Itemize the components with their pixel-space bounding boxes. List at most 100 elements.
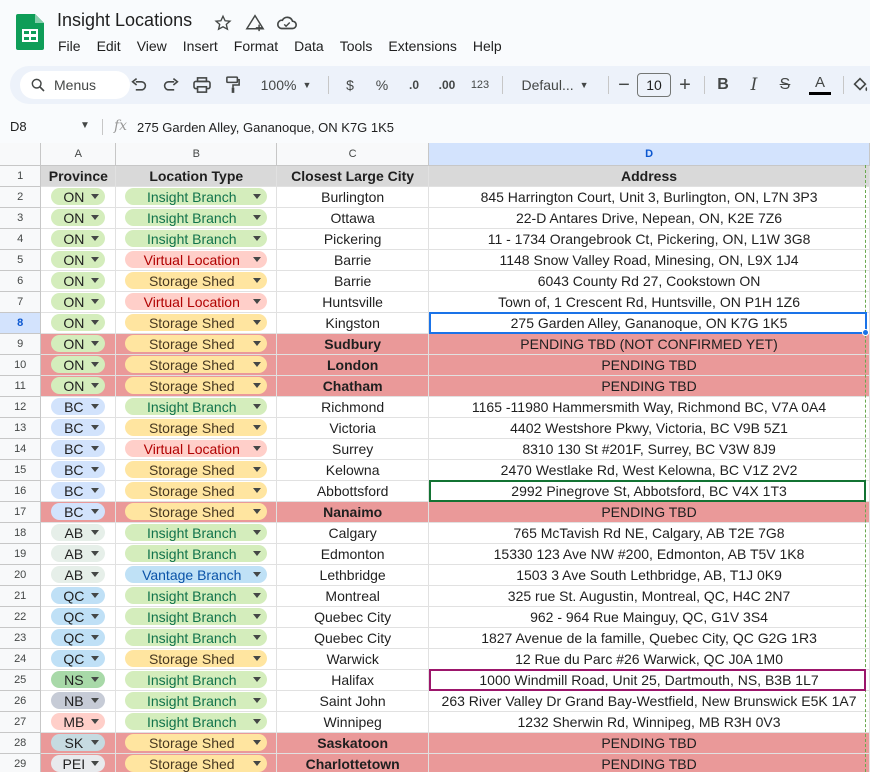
location-type-chip[interactable]: Insight Branch <box>125 671 268 689</box>
text-color-button[interactable]: A <box>807 66 833 104</box>
location-type-cell[interactable]: Insight Branch <box>115 207 278 229</box>
paint-format-icon[interactable] <box>222 66 244 104</box>
chevron-down-icon[interactable] <box>91 425 100 431</box>
row-header[interactable]: 17 <box>0 501 42 523</box>
chevron-down-icon[interactable] <box>253 572 262 578</box>
menu-view[interactable]: View <box>129 37 175 55</box>
location-type-chip[interactable]: Insight Branch <box>125 398 268 416</box>
row-header[interactable]: 8 <box>0 312 42 334</box>
province-cell[interactable]: AB <box>40 543 117 565</box>
location-type-chip[interactable]: Storage Shed <box>125 755 268 772</box>
city-cell[interactable]: Edmonton <box>276 543 430 565</box>
city-cell[interactable]: Pickering <box>276 228 430 250</box>
chevron-down-icon[interactable] <box>253 761 262 767</box>
province-chip[interactable]: ON <box>51 272 106 290</box>
location-type-cell[interactable]: Insight Branch <box>115 585 278 607</box>
row-header[interactable]: 14 <box>0 438 42 460</box>
chevron-down-icon[interactable] <box>91 698 100 704</box>
province-chip[interactable]: PEI <box>51 755 106 772</box>
chevron-down-icon[interactable] <box>253 614 262 620</box>
chevron-down-icon[interactable] <box>253 740 262 746</box>
address-cell[interactable]: 1232 Sherwin Rd, Winnipeg, MB R3H 0V3 <box>428 711 870 733</box>
province-chip[interactable]: QC <box>51 650 106 668</box>
chevron-down-icon[interactable] <box>253 320 262 326</box>
address-cell[interactable]: 22-D Antares Drive, Nepean, ON, K2E 7Z6 <box>428 207 870 229</box>
print-icon[interactable] <box>191 66 213 104</box>
chevron-down-icon[interactable] <box>253 278 262 284</box>
address-cell[interactable]: PENDING TBD <box>428 732 870 754</box>
chevron-down-icon[interactable] <box>91 530 100 536</box>
province-cell[interactable]: QC <box>40 627 117 649</box>
location-type-cell[interactable]: Insight Branch <box>115 543 278 565</box>
province-cell[interactable]: ON <box>40 375 117 397</box>
chevron-down-icon[interactable] <box>253 404 262 410</box>
province-cell[interactable]: ON <box>40 333 117 355</box>
location-type-chip[interactable]: Insight Branch <box>125 587 268 605</box>
row-header[interactable]: 21 <box>0 585 42 607</box>
location-type-chip[interactable]: Insight Branch <box>125 608 268 626</box>
row-header[interactable]: 16 <box>0 480 42 502</box>
chevron-down-icon[interactable] <box>91 446 100 452</box>
location-type-cell[interactable]: Storage Shed <box>115 501 278 523</box>
location-type-cell[interactable]: Storage Shed <box>115 417 278 439</box>
row-header[interactable]: 5 <box>0 249 42 271</box>
address-cell[interactable]: 845 Harrington Court, Unit 3, Burlington… <box>428 186 870 208</box>
location-type-cell[interactable]: Storage Shed <box>115 270 278 292</box>
location-type-chip[interactable]: Insight Branch <box>125 629 268 647</box>
percent-format-button[interactable]: % <box>372 66 392 104</box>
province-cell[interactable]: AB <box>40 522 117 544</box>
location-type-cell[interactable]: Insight Branch <box>115 690 278 712</box>
city-cell[interactable]: Kelowna <box>276 459 430 481</box>
address-cell[interactable]: 8310 130 St #201F, Surrey, BC V3W 8J9 <box>428 438 870 460</box>
chevron-down-icon[interactable] <box>253 488 262 494</box>
city-cell[interactable]: Abbottsford <box>276 480 430 502</box>
chevron-down-icon[interactable] <box>91 551 100 557</box>
address-cell[interactable]: 1827 Avenue de la famille, Quebec City, … <box>428 627 870 649</box>
province-chip[interactable]: ON <box>51 230 106 248</box>
row-header[interactable]: 7 <box>0 291 42 313</box>
location-type-chip[interactable]: Insight Branch <box>125 209 268 227</box>
address-cell[interactable]: 275 Garden Alley, Gananoque, ON K7G 1K5 <box>428 312 870 334</box>
move-to-folder-icon[interactable] <box>244 12 266 34</box>
location-type-cell[interactable]: Virtual Location <box>115 438 278 460</box>
chevron-down-icon[interactable] <box>91 761 100 767</box>
location-type-chip[interactable]: Storage Shed <box>125 650 268 668</box>
undo-icon[interactable] <box>128 66 150 104</box>
location-type-chip[interactable]: Virtual Location <box>125 440 268 458</box>
city-cell[interactable]: Huntsville <box>276 291 430 313</box>
location-type-chip[interactable]: Storage Shed <box>125 356 268 374</box>
currency-format-button[interactable]: $ <box>340 66 360 104</box>
location-type-chip[interactable]: Storage Shed <box>125 272 268 290</box>
province-chip[interactable]: QC <box>51 587 106 605</box>
row-header[interactable]: 2 <box>0 186 42 208</box>
province-cell[interactable]: BC <box>40 480 117 502</box>
row-header[interactable]: 25 <box>0 669 42 691</box>
province-chip[interactable]: BC <box>51 398 106 416</box>
chevron-down-icon[interactable] <box>91 404 100 410</box>
province-cell[interactable]: ON <box>40 312 117 334</box>
province-chip[interactable]: ON <box>51 251 106 269</box>
address-cell[interactable]: 6043 County Rd 27, Cookstown ON <box>428 270 870 292</box>
city-cell[interactable]: Barrie <box>276 270 430 292</box>
city-cell[interactable]: London <box>276 354 430 376</box>
location-type-chip[interactable]: Storage Shed <box>125 461 268 479</box>
chevron-down-icon[interactable]: ▼ <box>80 120 90 131</box>
province-chip[interactable]: NB <box>51 692 106 710</box>
location-type-cell[interactable]: Storage Shed <box>115 648 278 670</box>
chevron-down-icon[interactable] <box>91 194 100 200</box>
chevron-down-icon[interactable] <box>91 488 100 494</box>
location-type-cell[interactable]: Virtual Location <box>115 291 278 313</box>
search-menus[interactable]: Menus <box>20 71 130 99</box>
city-cell[interactable]: Quebec City <box>276 627 430 649</box>
province-cell[interactable]: QC <box>40 648 117 670</box>
menu-insert[interactable]: Insert <box>175 37 226 55</box>
header-address[interactable]: Address <box>428 165 870 187</box>
province-cell[interactable]: ON <box>40 228 117 250</box>
chevron-down-icon[interactable] <box>253 194 262 200</box>
city-cell[interactable]: Montreal <box>276 585 430 607</box>
chevron-down-icon[interactable] <box>253 299 262 305</box>
city-cell[interactable]: Quebec City <box>276 606 430 628</box>
chevron-down-icon[interactable] <box>253 719 262 725</box>
menu-help[interactable]: Help <box>465 37 510 55</box>
formula-input[interactable]: 275 Garden Alley, Gananoque, ON K7G 1K5 <box>137 120 394 135</box>
